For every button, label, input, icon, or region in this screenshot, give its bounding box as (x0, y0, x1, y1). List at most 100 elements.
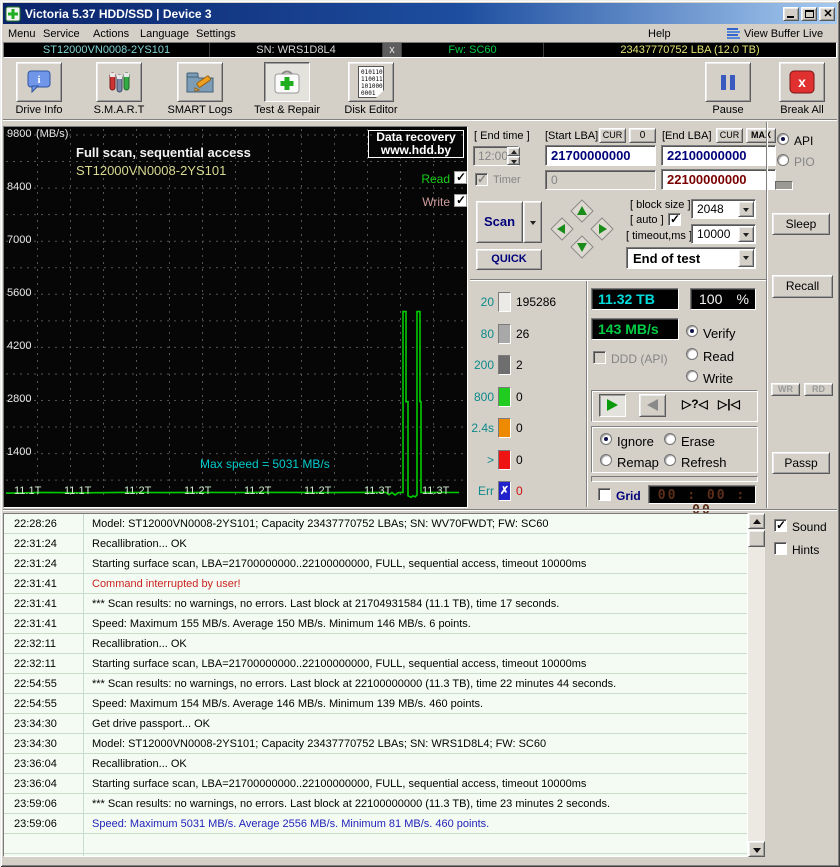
menu-item-settings[interactable]: Settings (196, 28, 236, 42)
end-lba-max-button[interactable]: MAX (746, 128, 776, 143)
grid-checkbox[interactable] (598, 488, 611, 501)
x-tick: 11.1T (64, 485, 91, 497)
scroll-down-button[interactable] (748, 841, 765, 857)
erase-label: Erase (681, 434, 715, 449)
log-text: *** Scan results: no warnings, no errors… (92, 674, 616, 694)
toolbar-label: Test & Repair (248, 104, 326, 116)
log-time: 22:54:55 (14, 674, 76, 694)
ignore-radio[interactable] (600, 433, 612, 445)
menu-item-service[interactable]: Service (43, 28, 80, 42)
play-icon (607, 399, 618, 411)
log-text: Get drive passport... OK (92, 714, 210, 734)
wr-button[interactable]: WR (771, 383, 800, 396)
pio-radio[interactable] (777, 154, 789, 166)
recall-button[interactable]: Recall (772, 275, 833, 298)
timeout-value: 10000 (697, 227, 730, 241)
end-lba-cur-button[interactable]: CUR (716, 128, 743, 143)
ddd-label: DDD (API) (611, 352, 668, 366)
rd-button[interactable]: RD (804, 383, 833, 396)
toolbar-disk-editor[interactable]: 010110 110011 101000 0001 Disk Editor (332, 62, 410, 116)
hist-label-0: 20 (468, 295, 494, 309)
timer-field[interactable]: 0 (545, 170, 656, 190)
scan-button[interactable]: Scan (476, 201, 523, 243)
end-time-spinner[interactable] (507, 147, 520, 165)
device-model: ST12000VN0008-2YS101 (4, 43, 210, 57)
toolbar-drive-info[interactable]: i Drive Info (0, 62, 78, 116)
activity-led (775, 181, 793, 190)
refresh-radio[interactable] (664, 454, 676, 466)
pause-icon (721, 75, 726, 90)
scroll-down-icon (753, 848, 761, 853)
sleep-button[interactable]: Sleep (772, 213, 830, 235)
api-radio[interactable] (777, 133, 789, 145)
close-button[interactable]: ✕ (819, 7, 835, 21)
end-action-combo[interactable]: End of test (626, 247, 756, 269)
toolbar-pause[interactable]: Pause (690, 62, 766, 116)
block-size-value: 2048 (697, 202, 724, 216)
end-lba-field[interactable]: 22100000000 (661, 145, 776, 166)
toolbar-break-all[interactable]: x Break All (766, 62, 838, 116)
minimize-button[interactable] (783, 7, 799, 21)
read-checkbox[interactable] (454, 171, 467, 184)
log-text: Speed: Maximum 5031 MB/s. Average 2556 M… (92, 814, 489, 834)
sound-label: Sound (792, 520, 827, 534)
ddd-checkbox[interactable] (593, 351, 606, 364)
auto-label: [ auto ] (630, 214, 664, 226)
scan-dropdown-button[interactable] (523, 201, 542, 243)
hints-checkbox[interactable] (774, 542, 787, 555)
timer-checkbox[interactable] (475, 173, 488, 186)
remap-radio[interactable] (600, 454, 612, 466)
log-separator (3, 509, 837, 511)
write-checkbox[interactable] (454, 194, 467, 207)
buffer-list-icon (727, 28, 740, 39)
log-row-10: 23:34:30Get drive passport... OK (4, 714, 747, 734)
log-time: 22:54:55 (14, 694, 76, 714)
device-tab-close[interactable]: x (383, 43, 402, 57)
view-buffer-live[interactable]: View Buffer Live (744, 28, 823, 42)
seek-question-button[interactable]: ▷?◁ (682, 397, 708, 411)
read-label: Read (703, 349, 734, 364)
menu-item-actions[interactable]: Actions (93, 28, 129, 42)
x-tick: 11.2T (244, 485, 271, 497)
hist-value-5: 0 (516, 453, 523, 467)
scrollbar-thumb[interactable] (748, 530, 765, 547)
toolbar-test-repair[interactable]: Test & Repair (248, 62, 326, 116)
toolbar-smart[interactable]: S.M.A.R.T (80, 62, 158, 116)
scroll-up-button[interactable] (748, 513, 765, 529)
start-lba-cur-button[interactable]: CUR (599, 128, 626, 143)
dpad[interactable] (548, 197, 616, 264)
menu-item-language[interactable]: Language (140, 28, 189, 42)
start-lba-field[interactable]: 21700000000 (545, 145, 656, 166)
hist-block-4 (498, 418, 511, 438)
folder-pencil-icon (185, 69, 215, 95)
menu-item-menu[interactable]: Menu (8, 28, 36, 42)
verify-radio[interactable] (686, 325, 698, 337)
erase-radio[interactable] (664, 433, 676, 445)
read-radio[interactable] (686, 348, 698, 360)
log-row-9: 22:54:55Speed: Maximum 154 MB/s. Average… (4, 694, 747, 714)
skip-to-end-button[interactable]: ▷|◁ (718, 397, 740, 411)
menu-item-help[interactable]: Help (648, 28, 671, 42)
log-row-6: 22:32:11Recallibration... OK (4, 634, 747, 654)
api-label: API (794, 134, 813, 148)
passp-button[interactable]: Passp (772, 452, 830, 474)
toolbar-separator (3, 119, 837, 121)
maximize-button[interactable] (801, 7, 817, 21)
log-scrollbar[interactable] (748, 513, 765, 857)
timeout-label: [ timeout,ms ] (626, 230, 692, 242)
start-lba-zero-button[interactable]: 0 (629, 128, 656, 143)
chevron-down-icon (743, 208, 749, 212)
write-radio[interactable] (686, 370, 698, 382)
auto-checkbox[interactable] (668, 213, 681, 226)
back-button[interactable] (639, 394, 666, 417)
toolbar-smart-logs[interactable]: SMART Logs (161, 62, 239, 116)
end-lba-field-2[interactable]: 22100000000 (661, 169, 776, 190)
hist-label-4: 2.4s (468, 421, 494, 435)
block-size-combo[interactable]: 2048 (691, 199, 756, 219)
quick-button[interactable]: QUICK (476, 249, 542, 270)
play-button[interactable] (599, 394, 626, 417)
hist-block-6: ✗ (498, 481, 511, 501)
speed-display: 143 MB/s (591, 318, 679, 340)
sound-checkbox[interactable] (774, 519, 787, 532)
timeout-combo[interactable]: 10000 (691, 224, 756, 244)
